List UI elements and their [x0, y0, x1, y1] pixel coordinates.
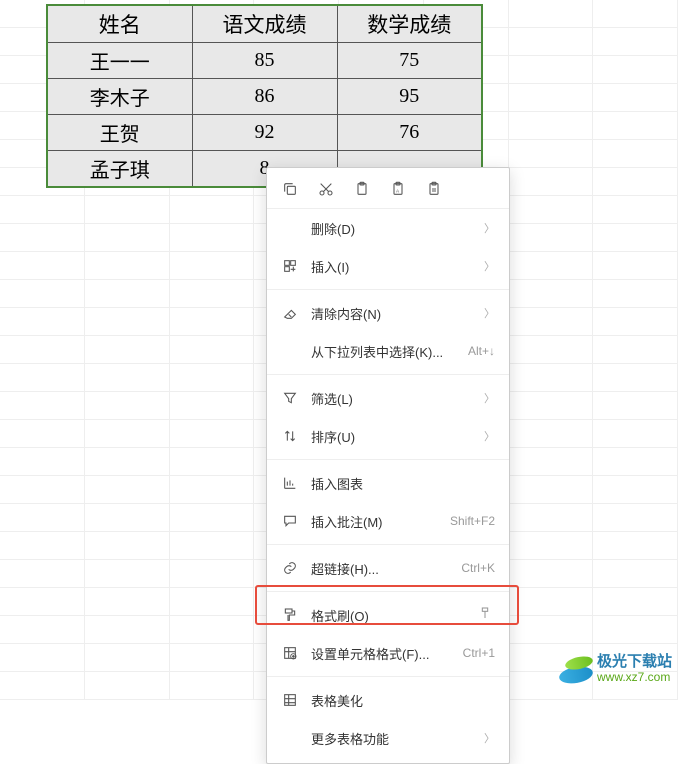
cell-name[interactable]: 王一一	[47, 43, 192, 79]
chevron-right-icon: 〉	[484, 390, 495, 406]
divider	[267, 374, 509, 375]
brush-small-icon	[479, 606, 495, 625]
menu-shortcut: Alt+↓	[468, 344, 495, 358]
menu-label: 插入图表	[311, 474, 495, 493]
chevron-right-icon: 〉	[484, 730, 495, 746]
paste-text-icon[interactable]: A	[389, 180, 407, 198]
blank-icon	[281, 342, 299, 360]
menu-label: 删除(D)	[311, 219, 476, 238]
menu-label: 超链接(H)...	[311, 559, 461, 578]
link-icon	[281, 559, 299, 577]
menu-filter[interactable]: 筛选(L) 〉	[267, 379, 509, 417]
filter-icon	[281, 389, 299, 407]
paste-format-icon[interactable]	[425, 180, 443, 198]
watermark-logo-icon	[559, 653, 595, 685]
data-table[interactable]: 姓名 语文成绩 数学成绩 王一一 85 75 李木子 86 95 王贺 92 7…	[46, 4, 483, 188]
cell-name[interactable]: 王贺	[47, 115, 192, 151]
menu-shortcut: Shift+F2	[450, 514, 495, 528]
divider	[267, 591, 509, 592]
table-header-row: 姓名 语文成绩 数学成绩	[47, 5, 482, 43]
chart-icon	[281, 474, 299, 492]
menu-label: 表格美化	[311, 691, 495, 710]
sort-icon	[281, 427, 299, 445]
menu-shortcut: Ctrl+K	[461, 561, 495, 575]
cell-chinese[interactable]: 86	[192, 79, 337, 115]
table-row[interactable]: 王一一 85 75	[47, 43, 482, 79]
paste-icon[interactable]	[353, 180, 371, 198]
menu-label: 更多表格功能	[311, 729, 476, 748]
cell-math[interactable]: 95	[337, 79, 482, 115]
menu-label: 设置单元格格式(F)...	[311, 644, 463, 663]
cell-chinese[interactable]: 92	[192, 115, 337, 151]
context-menu-icon-row: A	[267, 168, 509, 209]
svg-text:A: A	[396, 188, 400, 193]
menu-insert-comment[interactable]: 插入批注(M) Shift+F2	[267, 502, 509, 540]
menu-insert[interactable]: 插入(I) 〉	[267, 247, 509, 285]
beautify-icon	[281, 691, 299, 709]
watermark: 极光下载站 www.xz7.com	[559, 653, 672, 685]
header-math: 数学成绩	[337, 5, 482, 43]
menu-shortcut: Ctrl+1	[463, 646, 495, 660]
divider	[267, 676, 509, 677]
menu-table-beautify[interactable]: 表格美化	[267, 681, 509, 719]
menu-label: 从下拉列表中选择(K)...	[311, 342, 468, 361]
menu-clear[interactable]: 清除内容(N) 〉	[267, 294, 509, 332]
chevron-right-icon: 〉	[484, 305, 495, 321]
cut-icon[interactable]	[317, 180, 335, 198]
chevron-right-icon: 〉	[484, 258, 495, 274]
watermark-name: 极光下载站	[597, 654, 672, 671]
context-menu: A 删除(D) 〉 插入(I) 〉 清除内容(N) 〉 从下拉列表中选择(K).…	[266, 167, 510, 764]
format-painter-icon	[281, 606, 299, 624]
divider	[267, 544, 509, 545]
menu-delete[interactable]: 删除(D) 〉	[267, 209, 509, 247]
menu-label: 清除内容(N)	[311, 304, 476, 323]
cell-name[interactable]: 孟子琪	[47, 151, 192, 188]
menu-label: 筛选(L)	[311, 389, 476, 408]
menu-sort[interactable]: 排序(U) 〉	[267, 417, 509, 455]
blank-icon	[281, 729, 299, 747]
menu-insert-chart[interactable]: 插入图表	[267, 464, 509, 502]
table-row[interactable]: 王贺 92 76	[47, 115, 482, 151]
header-name: 姓名	[47, 5, 192, 43]
cell-chinese[interactable]: 85	[192, 43, 337, 79]
chevron-right-icon: 〉	[484, 428, 495, 444]
menu-cell-format[interactable]: 设置单元格格式(F)... Ctrl+1	[267, 634, 509, 672]
divider	[267, 289, 509, 290]
cell-format-icon	[281, 644, 299, 662]
cell-math[interactable]: 75	[337, 43, 482, 79]
eraser-icon	[281, 304, 299, 322]
menu-label: 排序(U)	[311, 427, 476, 446]
insert-icon	[281, 257, 299, 275]
menu-label: 格式刷(O)	[311, 606, 479, 625]
blank-icon	[281, 219, 299, 237]
cell-name[interactable]: 李木子	[47, 79, 192, 115]
menu-more-table[interactable]: 更多表格功能 〉	[267, 719, 509, 757]
divider	[267, 459, 509, 460]
copy-icon[interactable]	[281, 180, 299, 198]
menu-label: 插入(I)	[311, 257, 476, 276]
menu-dropdown-select[interactable]: 从下拉列表中选择(K)... Alt+↓	[267, 332, 509, 370]
cell-math[interactable]: 76	[337, 115, 482, 151]
chevron-right-icon: 〉	[484, 220, 495, 236]
menu-hyperlink[interactable]: 超链接(H)... Ctrl+K	[267, 549, 509, 587]
header-chinese: 语文成绩	[192, 5, 337, 43]
watermark-url: www.xz7.com	[597, 671, 672, 684]
table-row[interactable]: 李木子 86 95	[47, 79, 482, 115]
menu-label: 插入批注(M)	[311, 512, 450, 531]
comment-icon	[281, 512, 299, 530]
menu-format-painter[interactable]: 格式刷(O)	[267, 596, 509, 634]
